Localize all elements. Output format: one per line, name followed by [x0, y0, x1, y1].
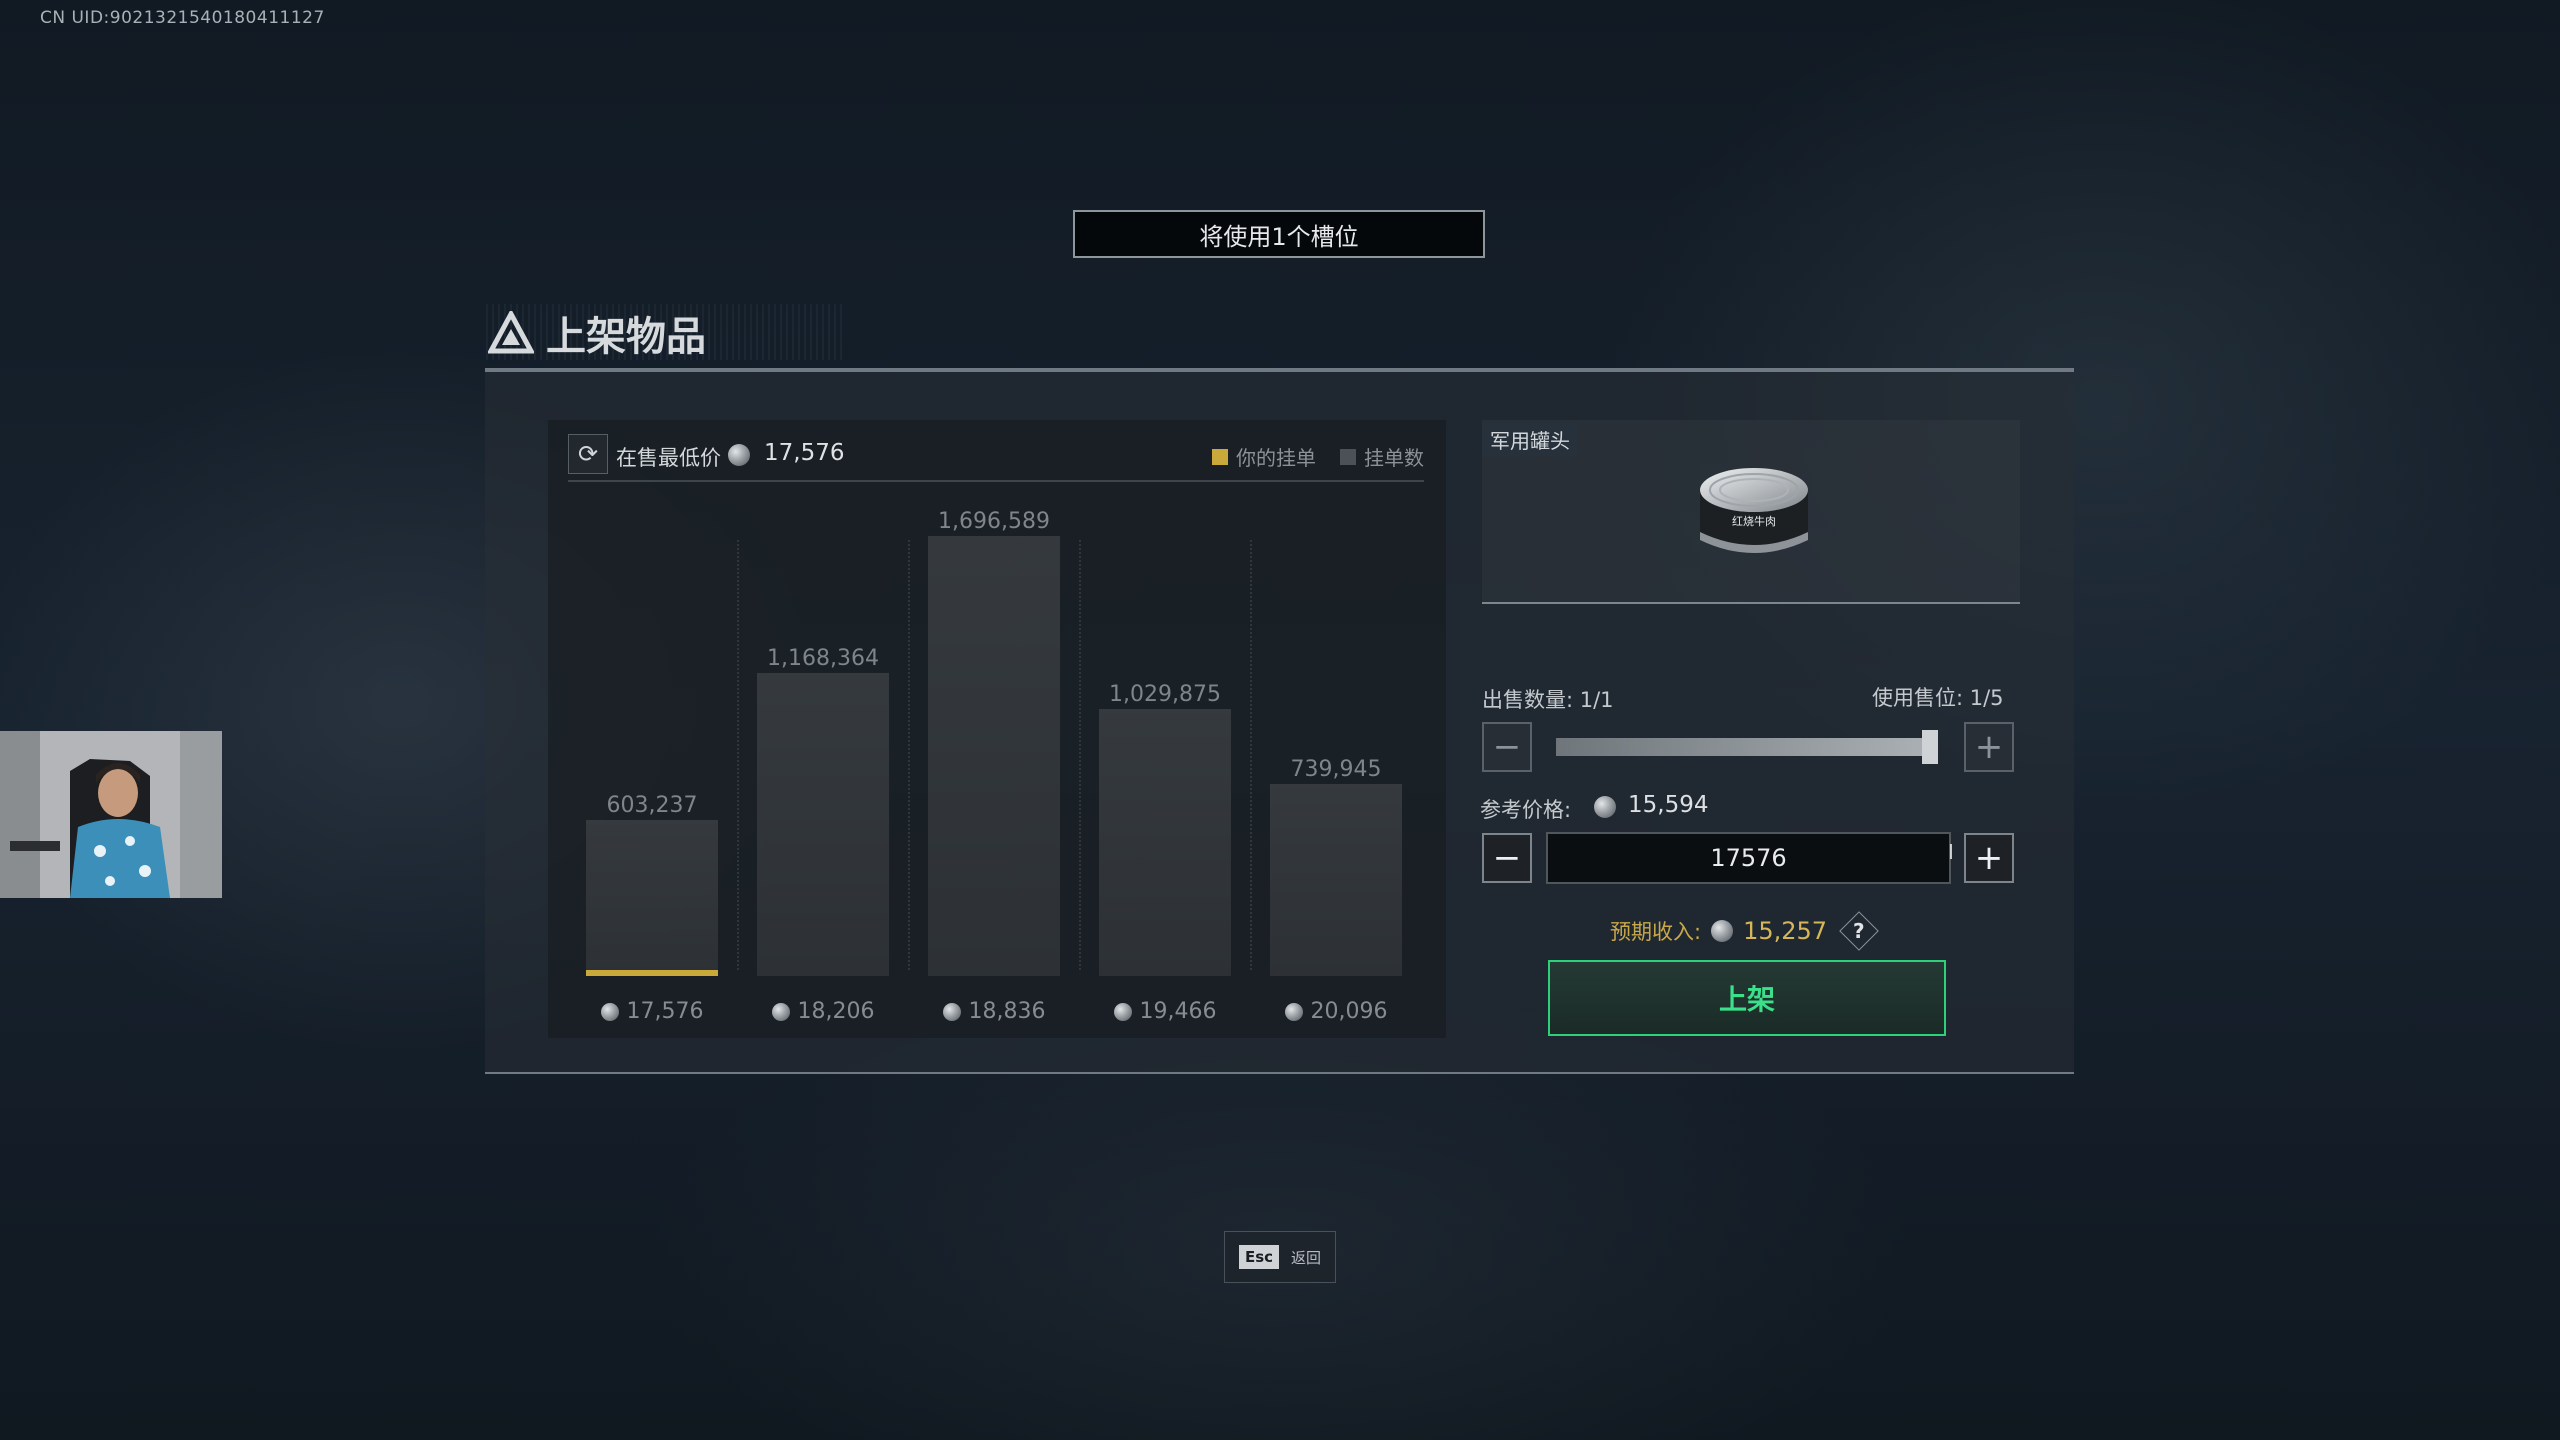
quantity-decrease-button[interactable]: − [1482, 722, 1532, 772]
legend-swatch-gray [1340, 448, 1356, 465]
column-divider [1250, 540, 1252, 970]
list-item-button[interactable]: 上架 [1548, 960, 1946, 1036]
esc-back-label: 返回 [1291, 1248, 1322, 1267]
coin-icon [1113, 1002, 1132, 1021]
bar-column: 1,029,875 19,466 [1099, 500, 1231, 1040]
column-divider [737, 540, 739, 970]
price-decrease-button[interactable]: − [1482, 833, 1532, 883]
help-icon-glyph: ? [1853, 918, 1865, 943]
your-order-marker [586, 970, 718, 976]
svg-text:红烧牛肉: 红烧牛肉 [1732, 514, 1776, 528]
bar-value-label: 1,029,875 [1109, 682, 1221, 707]
coin-icon [1594, 796, 1616, 818]
bar[interactable] [1270, 784, 1402, 976]
expected-income: 预期收入: 15,257 ? [1610, 911, 1879, 951]
bar-column: 603,237 17,576 [586, 500, 718, 1040]
reference-price-label: 参考价格: [1480, 798, 1572, 822]
panel-title-text: 上架物品 [546, 314, 706, 360]
bar-value-label: 1,168,364 [767, 646, 879, 671]
price-increase-button[interactable]: + [1964, 833, 2014, 883]
sell-quantity-label: 出售数量: 1/1 [1482, 688, 1614, 712]
legend-item-order-count: 挂单数 [1340, 442, 1424, 471]
bar-price-text: 20,096 [1310, 999, 1388, 1024]
coin-icon [1284, 1002, 1303, 1021]
column-divider [908, 540, 910, 970]
plus-icon: + [1974, 727, 2004, 767]
column-divider [1079, 540, 1081, 970]
bar-price-label: 19,466 [1099, 999, 1231, 1024]
bar-column: 1,168,364 18,206 [757, 500, 889, 1040]
reference-price-value: 15,594 [1628, 792, 1709, 818]
bar-column: 739,945 20,096 [1270, 500, 1402, 1040]
bar-value-label: 1,696,589 [938, 509, 1050, 534]
bar-price-text: 17,576 [626, 999, 704, 1024]
bar-price-label: 17,576 [586, 999, 718, 1024]
expected-income-label: 预期收入: [1610, 920, 1702, 944]
bar-price-label: 18,206 [757, 999, 889, 1024]
legend-label: 你的挂单 [1236, 446, 1316, 470]
triangle-logo-icon [488, 311, 534, 354]
plus-icon: + [1974, 838, 2004, 878]
coin-icon [600, 1002, 619, 1021]
bar-price-text: 18,206 [797, 999, 875, 1024]
bar-value-label: 739,945 [1290, 757, 1382, 782]
coin-icon [771, 1002, 790, 1021]
quantity-increase-button[interactable]: + [1964, 722, 2014, 772]
refresh-icon: ⟳ [577, 440, 599, 468]
bar-price-text: 18,836 [968, 999, 1046, 1024]
quantity-slider[interactable] [1556, 730, 1938, 764]
legend-item-your-orders: 你的挂单 [1212, 442, 1316, 471]
slots-used-label: 使用售位: 1/5 [1872, 686, 2004, 710]
help-icon[interactable]: ? [1839, 911, 1879, 951]
bar-chart: 603,237 17,576 1,168,364 18,206 1,696,589 18,… [548, 500, 1446, 1040]
coin-icon [1711, 920, 1734, 942]
canned-beef-icon: 红烧牛肉 [1700, 468, 1808, 553]
price-input[interactable] [1546, 832, 1951, 884]
legend-label: 挂单数 [1364, 446, 1424, 470]
bar-column: 1,696,589 18,836 [928, 500, 1060, 1040]
panel-title: 上架物品 [488, 308, 706, 360]
lowest-price-value: 17,576 [764, 440, 845, 466]
streamer-image [0, 731, 222, 898]
esc-back-button[interactable]: Esc 返回 [1224, 1231, 1336, 1283]
bar[interactable] [928, 536, 1060, 976]
bar-price-text: 19,466 [1139, 999, 1217, 1024]
uid-text: CN UID:9021321540180411127 [40, 8, 325, 28]
slider-fill [1556, 738, 1922, 756]
refresh-button[interactable]: ⟳ [568, 434, 608, 474]
legend-swatch-gold [1212, 448, 1228, 465]
slot-usage-banner: 将使用1个槽位 [1073, 210, 1485, 258]
expected-income-value: 15,257 [1743, 917, 1828, 945]
bar[interactable] [757, 673, 889, 976]
minus-icon: − [1492, 838, 1522, 878]
coin-icon [728, 444, 750, 466]
bar[interactable] [1099, 709, 1231, 976]
lowest-price-label: 在售最低价 [616, 446, 721, 470]
webcam-overlay [0, 731, 222, 898]
slider-handle[interactable] [1922, 730, 1938, 764]
esc-key-icon: Esc [1238, 1245, 1280, 1269]
coin-icon [942, 1002, 961, 1021]
minus-icon: − [1492, 727, 1522, 767]
bar-price-label: 18,836 [928, 999, 1060, 1024]
bar[interactable] [586, 820, 718, 976]
bar-price-label: 20,096 [1270, 999, 1402, 1024]
chart-header: ⟳ 在售最低价 17,576 你的挂单 挂单数 [568, 432, 1424, 482]
chart-legend: 你的挂单 挂单数 [1212, 442, 1424, 471]
text-cursor-icon: I [1948, 840, 1954, 864]
bar-value-label: 603,237 [606, 793, 698, 818]
item-name-tag: 军用罐头 [1482, 423, 1578, 456]
